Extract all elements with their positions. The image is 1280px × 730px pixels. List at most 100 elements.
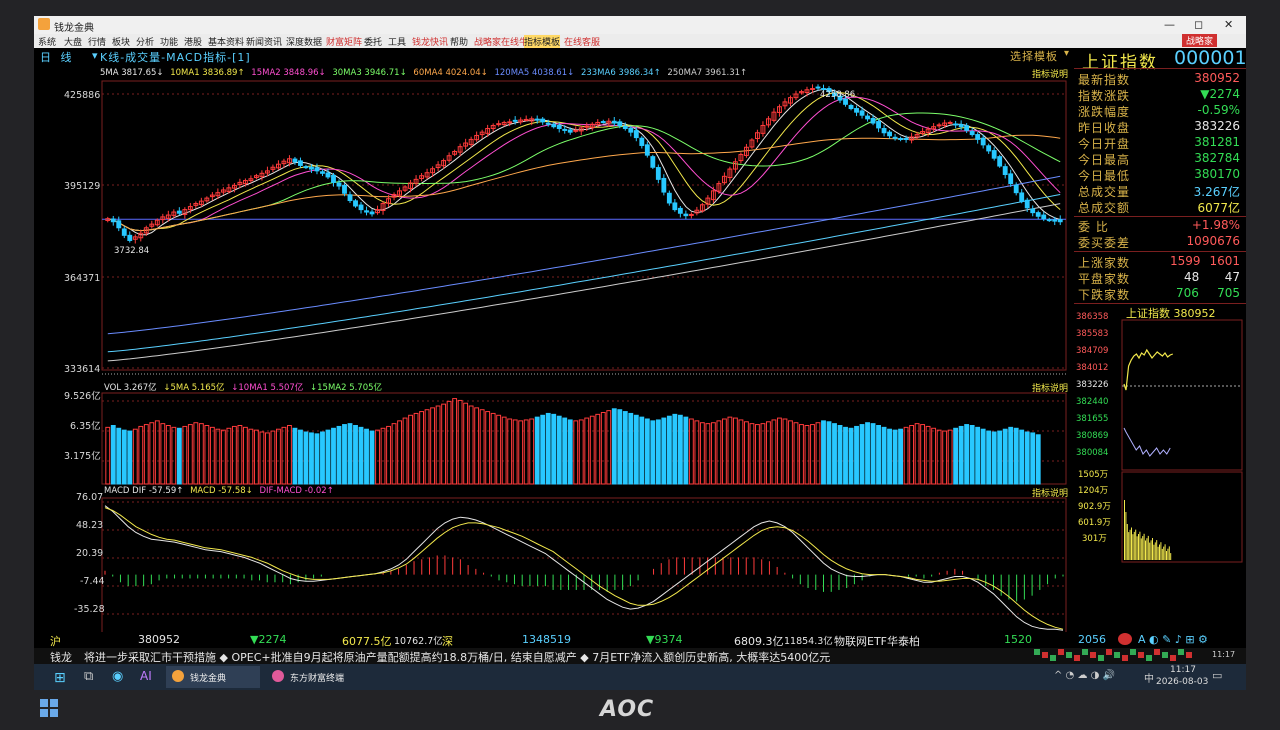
ticker-mini-bar <box>1074 655 1080 661</box>
ma-line <box>107 88 1061 236</box>
ticker-mini-bar <box>1130 649 1136 655</box>
toolbar-icons[interactable]: A ◐ ✎ ♪ ⊞ ⚙ <box>1138 633 1208 646</box>
candle-body <box>986 145 992 152</box>
volume-bar <box>264 432 270 485</box>
menu-item-fundamentals[interactable]: 基本资料 <box>208 35 244 48</box>
macd-tick-label: 20.39 <box>76 548 104 559</box>
volume-bar <box>276 428 281 485</box>
candle-body <box>815 86 821 89</box>
volume-bar <box>710 422 716 485</box>
menu-item-hk[interactable]: 港股 <box>184 35 202 48</box>
menu-item-sectors[interactable]: 板块 <box>112 35 130 48</box>
candle-body <box>292 158 298 163</box>
taskbar-app-eastmoney[interactable]: 东方财富终端 <box>266 666 360 688</box>
menu-item-analysis[interactable]: 分析 <box>136 35 154 48</box>
menu-item-indicator-template[interactable]: 指标模板 <box>524 35 561 48</box>
windows-start-icon[interactable]: ⊞ <box>54 670 66 686</box>
volume-bar <box>105 426 111 485</box>
volume-bar <box>110 425 116 485</box>
price-tick-label: 333614 <box>64 364 101 375</box>
taskbar-app-qianlong[interactable]: 钱龙金典 <box>166 666 260 688</box>
candle-body <box>1002 166 1008 176</box>
volume-bar <box>187 424 193 485</box>
candle-body <box>336 182 342 187</box>
menu-item-market[interactable]: 大盘 <box>64 35 82 48</box>
volume-bar <box>270 430 276 485</box>
quote-row: 昨日收盘 383226 <box>1078 119 1240 135</box>
menu-item-system[interactable]: 系统 <box>38 35 56 48</box>
volume-tick-label: 9.526亿 <box>64 391 101 402</box>
close-button[interactable]: ✕ <box>1224 18 1233 31</box>
menu-item-tools[interactable]: 工具 <box>388 35 406 48</box>
vol-legend-item: ↓5MA 5.165亿 <box>163 383 225 393</box>
menu-item-flash-news[interactable]: 钱龙快讯 <box>412 35 448 48</box>
task-view-icon[interactable]: ⧉ <box>84 669 93 684</box>
mini-vol-tick: 301万 <box>1082 534 1107 544</box>
breadth-row: 上涨家数 1599 1601 <box>1078 254 1240 270</box>
volume-bar <box>810 424 815 485</box>
volume-bar <box>688 418 694 485</box>
volume-bar <box>980 428 986 485</box>
menu-item-wealth-matrix[interactable]: 财富矩阵 <box>326 35 362 48</box>
volume-bar <box>556 415 562 485</box>
volume-bar <box>920 424 926 485</box>
volume-bar <box>512 419 518 485</box>
clock-date[interactable]: 2026-08-03 <box>1156 677 1208 687</box>
mini-vol-tick: 902.9万 <box>1078 502 1111 512</box>
mini-volume-bar <box>1140 538 1142 560</box>
menu-item-news[interactable]: 新闻资讯 <box>246 35 282 48</box>
candle-body <box>523 118 529 121</box>
candle-body <box>876 121 881 129</box>
candle-body <box>1041 214 1047 220</box>
menu-item-functions[interactable]: 功能 <box>160 35 178 48</box>
ticker-label: 钱龙 <box>50 651 72 664</box>
volume-bar <box>287 425 292 485</box>
macd-tick-label: -7.44 <box>80 576 105 587</box>
volume-bar <box>523 419 529 485</box>
quote-row: 指数涨跌 ▼2274 <box>1078 87 1240 103</box>
tray-icons[interactable]: ^ ◔ ☁ ◑ 🔊 <box>1054 670 1115 681</box>
ticker-mini-bar <box>1058 649 1064 655</box>
strategist-badge[interactable]: 战略家 <box>1182 34 1218 47</box>
menu-item-quotes[interactable]: 行情 <box>88 35 106 48</box>
volume-bar <box>474 407 480 485</box>
ai-app-icon[interactable]: AI <box>140 669 152 683</box>
candle-body <box>964 125 970 131</box>
mini-volume-bar <box>1150 540 1152 560</box>
volume-bar <box>452 398 458 485</box>
price-tick-label: 364371 <box>64 273 101 284</box>
candle-body <box>110 218 116 223</box>
mini-volume-bar <box>1142 536 1144 560</box>
trough-annotation: 3732.84 <box>114 246 150 256</box>
quote-value: -0.59% <box>1197 103 1240 117</box>
candle-body <box>666 192 672 204</box>
news-ticker-text[interactable]: 将进一步采取汇市干预措施 ◆ OPEC+批准自9月起将原油产量配额提高约18.8… <box>84 649 1024 665</box>
app-logo-icon <box>38 18 50 30</box>
minimize-button[interactable]: — <box>1164 18 1175 31</box>
menu-item-support[interactable]: 在线客服 <box>564 35 600 48</box>
volume-bar <box>815 422 821 485</box>
volume-bar <box>881 426 887 485</box>
volume-bar <box>551 413 557 485</box>
volume-note-link[interactable]: 指标说明 <box>1032 381 1068 394</box>
mini-volume-bar <box>1125 512 1127 560</box>
volume-bar <box>771 419 777 485</box>
macd-note-link[interactable]: 指标说明 <box>1032 486 1068 499</box>
quote-value: 6077亿 <box>1197 201 1240 215</box>
ma-lines <box>107 88 1061 362</box>
app-s-icon[interactable] <box>1118 633 1132 645</box>
menu-item-orders[interactable]: 委托 <box>364 35 382 48</box>
up-count: 1520 <box>1004 633 1032 646</box>
ime-indicator[interactable]: 中 <box>1144 670 1154 685</box>
maximize-button[interactable]: ◻ <box>1194 18 1203 31</box>
browser-icon[interactable]: ◉ <box>112 669 123 684</box>
menu-item-help[interactable]: 帮助 <box>450 35 468 48</box>
menu-item-deepdata[interactable]: 深度数据 <box>286 35 322 48</box>
volume-bar <box>903 426 909 485</box>
quote-label: 指数涨跌 <box>1078 89 1131 103</box>
volume-bar <box>182 425 188 485</box>
notification-icon[interactable]: ▭ <box>1212 669 1222 682</box>
volume-bar <box>799 424 804 485</box>
mini-volume-bar <box>1133 531 1135 560</box>
clock-time[interactable]: 11:17 <box>1170 665 1196 675</box>
